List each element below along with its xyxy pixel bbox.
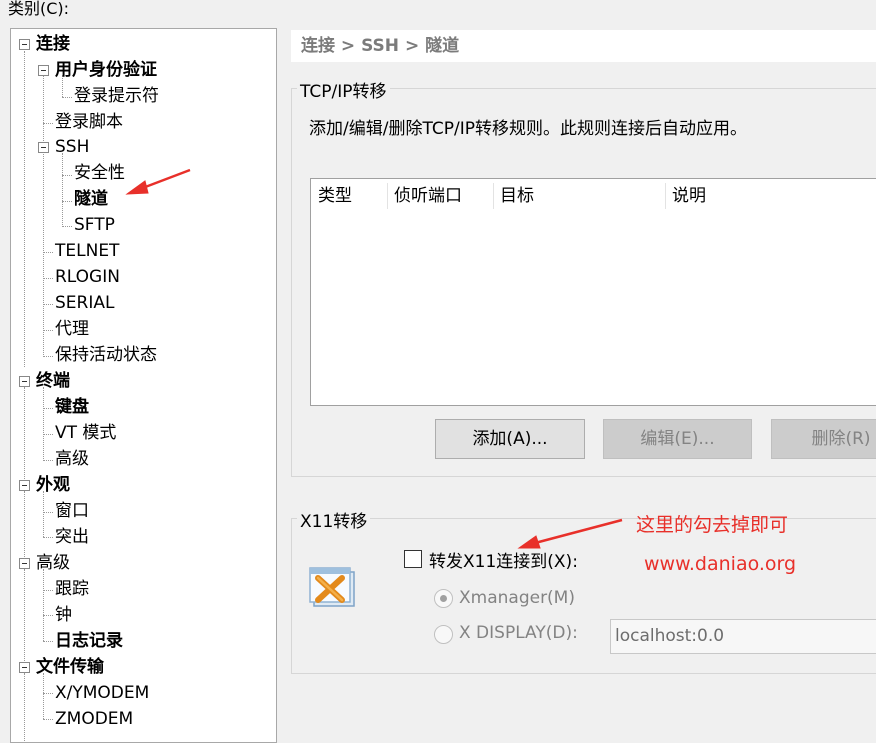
delete-button[interactable]: 删除(R) [771,419,876,459]
collapse-advanced-icon[interactable] [19,558,30,569]
tree-item-connection[interactable]: 连接 [36,32,70,56]
tree-item-sftp[interactable]: SFTP [74,213,115,237]
tree-item-advanced[interactable]: 高级 [36,551,70,575]
tree-item-telnet[interactable]: TELNET [55,239,119,263]
add-button[interactable]: 添加(A)... [435,419,585,459]
tree-item-vt-mode[interactable]: VT 模式 [55,421,116,445]
tree-item-bell[interactable]: 钟 [55,603,72,627]
column-header-description[interactable]: 说明 [665,179,876,213]
tree-item-highlight[interactable]: 突出 [55,525,89,549]
xdisplay-label: X DISPLAY(D): [459,623,578,643]
tree-item-login-prompt[interactable]: 登录提示符 [74,84,159,108]
tree-item-trace[interactable]: 跟踪 [55,577,89,601]
tree-item-user-auth[interactable]: 用户身份验证 [55,58,157,82]
tcp-description: 添加/编辑/删除TCP/IP转移规则。此规则连接后自动应用。 [309,119,747,139]
collapse-user-auth-icon[interactable] [38,65,49,76]
xmanager-icon [309,567,355,607]
collapse-appearance-icon[interactable] [19,480,30,491]
x11-forwarding-title: X11转移 [297,507,371,532]
tree-item-logging[interactable]: 日志记录 [55,629,123,653]
tree-item-tunnel[interactable]: 隧道 [74,187,108,211]
edit-button[interactable]: 编辑(E)... [603,419,752,459]
collapse-connection-icon[interactable] [19,39,30,50]
tree-item-xymodem[interactable]: X/YMODEM [55,681,149,705]
forwarding-rules-list[interactable]: 类型 侦听端口 目标 说明 [310,178,876,406]
tree-item-terminal[interactable]: 终端 [36,369,70,393]
column-header-target[interactable]: 目标 [493,179,665,213]
column-header-listen-port[interactable]: 侦听端口 [387,179,493,213]
tree-item-login-script[interactable]: 登录脚本 [55,110,123,134]
tree-item-terminal-advanced[interactable]: 高级 [55,447,89,471]
tree-item-appearance[interactable]: 外观 [36,473,70,497]
tree-item-proxy[interactable]: 代理 [55,317,89,341]
tree-item-file-transfer[interactable]: 文件传输 [36,655,104,679]
tree-item-keyboard[interactable]: 键盘 [55,395,89,419]
forward-x11-label: 转发X11连接到(X): [429,552,578,572]
tree-item-rlogin[interactable]: RLOGIN [55,265,120,289]
tree-item-keepalive[interactable]: 保持活动状态 [55,343,157,367]
xmanager-radio[interactable] [434,589,453,608]
tcp-forwarding-title: TCP/IP转移 [297,77,390,102]
xdisplay-input[interactable]: localhost:0.0 [610,619,876,654]
column-header-type[interactable]: 类型 [311,179,387,213]
xdisplay-radio[interactable] [434,625,453,644]
tree-item-window[interactable]: 窗口 [55,499,89,523]
annotation-url: www.daniao.org [644,553,797,575]
tree-item-security[interactable]: 安全性 [74,161,125,185]
category-label: 类别(C): [8,0,70,18]
breadcrumb: 连接 > SSH > 隧道 [291,30,876,62]
xmanager-label: Xmanager(M) [459,588,575,608]
collapse-ssh-icon[interactable] [38,142,49,153]
annotation-note: 这里的勾去掉即可 [636,514,789,536]
category-tree[interactable]: 连接 用户身份验证 登录提示符 登录脚本 SSH 安全性 隧道 SFTP TEL… [10,28,277,743]
forward-x11-checkbox[interactable] [404,550,422,568]
tree-item-ssh[interactable]: SSH [55,135,89,159]
tree-item-serial[interactable]: SERIAL [55,291,114,315]
collapse-file-transfer-icon[interactable] [19,662,30,673]
collapse-terminal-icon[interactable] [19,376,30,387]
tree-item-zmodem[interactable]: ZMODEM [55,707,133,731]
